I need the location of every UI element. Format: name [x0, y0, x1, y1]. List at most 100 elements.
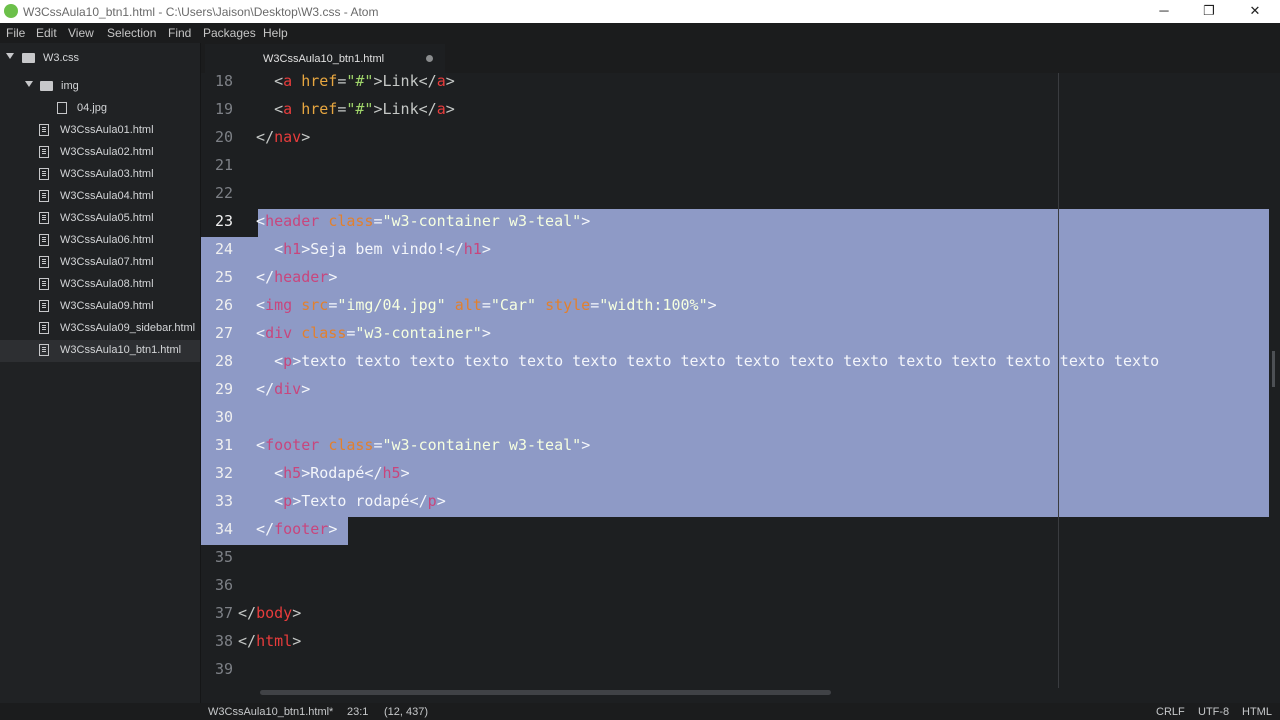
tree-file-label: W3CssAula09_sidebar.html [60, 322, 196, 334]
line-number: 36 [214, 576, 233, 594]
line-number: 34 [214, 520, 233, 538]
status-file-name[interactable]: W3CssAula10_btn1.html* [208, 706, 333, 718]
file-icon [39, 300, 49, 312]
title-bar: W3CssAula10_btn1.html - C:\Users\Jaison\… [0, 0, 1280, 23]
menu-view[interactable]: View [68, 26, 94, 40]
line-number: 24 [214, 240, 233, 258]
folder-icon [40, 81, 53, 91]
code-line: <p>Texto rodapé</p> [238, 492, 446, 510]
chevron-down-icon [25, 81, 33, 87]
tree-file-selected[interactable]: W3CssAula10_btn1.html [0, 340, 200, 362]
wrap-guide [1058, 73, 1059, 688]
status-cursor-position[interactable]: 23:1 [347, 706, 368, 718]
menu-file[interactable]: File [6, 26, 25, 40]
tree-folder-img[interactable]: img [0, 76, 200, 98]
status-encoding[interactable]: UTF-8 [1198, 706, 1229, 718]
modified-dot-icon[interactable] [426, 55, 433, 62]
line-number: 31 [214, 436, 233, 454]
tree-file[interactable]: W3CssAula09.html [0, 296, 200, 318]
file-icon [39, 124, 49, 136]
code-line: </html> [238, 632, 302, 650]
line-number: 20 [214, 128, 233, 146]
code-line: <header class="w3-container w3-teal"> [238, 212, 591, 230]
code-line: <h5>Rodapé</h5> [238, 464, 410, 482]
code-line: </footer> [238, 520, 338, 538]
line-number: 32 [214, 464, 233, 482]
tab-w3cssaula10[interactable]: W3CssAula10_btn1.html [205, 44, 445, 73]
close-button[interactable]: ✕ [1235, 2, 1275, 20]
status-grammar[interactable]: HTML [1242, 706, 1272, 718]
file-icon [39, 278, 49, 290]
code-editor[interactable]: 18 19 20 21 22 23 24 25 26 27 28 29 30 31 32 33 34 35 36 37… [201, 73, 1280, 703]
code-line: <div class="w3-container"> [238, 324, 491, 342]
line-number: 27 [214, 324, 233, 342]
tree-file-label: W3CssAula09.html [60, 300, 154, 312]
code-line: <h1>Seja bem vindo!</h1> [238, 240, 491, 258]
status-line-ending[interactable]: CRLF [1156, 706, 1185, 718]
status-bar: W3CssAula10_btn1.html* 23:1 (12, 437) CR… [0, 703, 1280, 720]
tree-file[interactable]: W3CssAula03.html [0, 164, 200, 186]
tree-root-label: W3.css [43, 52, 80, 64]
tree-file[interactable]: W3CssAula08.html [0, 274, 200, 296]
tree-file-label: W3CssAula06.html [60, 234, 154, 246]
line-number: 29 [214, 380, 233, 398]
tree-file-label: W3CssAula08.html [60, 278, 154, 290]
menu-selection[interactable]: Selection [107, 26, 156, 40]
code-line: </nav> [238, 128, 311, 146]
tree-file-label: W3CssAula02.html [60, 146, 154, 158]
tree-file-label: W3CssAula04.html [60, 190, 154, 202]
code-line: </div> [238, 380, 311, 398]
tab-bar: W3CssAula10_btn1.html [201, 43, 1280, 73]
horizontal-scrollbar[interactable] [260, 690, 831, 695]
line-number: 30 [214, 408, 233, 426]
atom-logo-icon [4, 4, 18, 18]
tree-file[interactable]: W3CssAula07.html [0, 252, 200, 274]
line-number: 33 [214, 492, 233, 510]
window-title: W3CssAula10_btn1.html - C:\Users\Jaison\… [23, 5, 379, 19]
line-number: 25 [214, 268, 233, 286]
line-number: 28 [214, 352, 233, 370]
menu-help[interactable]: Help [263, 26, 288, 40]
tree-file[interactable]: W3CssAula05.html [0, 208, 200, 230]
tree-file[interactable]: W3CssAula02.html [0, 142, 200, 164]
menu-packages[interactable]: Packages [203, 26, 256, 40]
line-number: 22 [214, 184, 233, 202]
tree-file[interactable]: W3CssAula06.html [0, 230, 200, 252]
file-icon [39, 322, 49, 334]
code-line: <footer class="w3-container w3-teal"> [238, 436, 591, 454]
line-number: 38 [214, 632, 233, 650]
tree-file-label: 04.jpg [77, 102, 107, 114]
code-line: </header> [238, 268, 338, 286]
tab-label: W3CssAula10_btn1.html [263, 53, 385, 65]
line-number: 21 [214, 156, 233, 174]
tree-file-label: W3CssAula01.html [60, 124, 154, 136]
tree-file-label: W3CssAula03.html [60, 168, 154, 180]
tree-file-04jpg[interactable]: 04.jpg [0, 98, 200, 120]
tree-file-label: W3CssAula05.html [60, 212, 154, 224]
code-line: <a href="#">Link</a> [238, 73, 455, 90]
image-file-icon [57, 102, 67, 114]
menu-find[interactable]: Find [168, 26, 191, 40]
file-icon [39, 212, 49, 224]
code-line: </body> [238, 604, 302, 622]
line-number: 19 [214, 100, 233, 118]
file-icon [39, 234, 49, 246]
code-line: <img src="img/04.jpg" alt="Car" style="w… [238, 296, 717, 314]
code-line: <a href="#">Link</a> [238, 100, 455, 118]
menu-bar: File Edit View Selection Find Packages H… [0, 23, 1280, 43]
vertical-scrollbar[interactable] [1272, 351, 1275, 387]
file-icon [39, 256, 49, 268]
folder-icon [22, 53, 35, 63]
tree-root-folder[interactable]: W3.css [0, 48, 200, 70]
chevron-down-icon [6, 53, 14, 59]
tree-file[interactable]: W3CssAula09_sidebar.html [0, 318, 200, 340]
menu-edit[interactable]: Edit [36, 26, 57, 40]
tree-file-label: W3CssAula07.html [60, 256, 154, 268]
minimize-button[interactable]: ─ [1144, 2, 1184, 20]
line-number: 39 [214, 660, 233, 678]
maximize-button[interactable]: ❐ [1189, 2, 1229, 20]
tree-file[interactable]: W3CssAula01.html [0, 120, 200, 142]
code-line: <p>texto texto texto texto texto texto t… [238, 352, 1160, 370]
tree-file[interactable]: W3CssAula04.html [0, 186, 200, 208]
file-icon [39, 190, 49, 202]
